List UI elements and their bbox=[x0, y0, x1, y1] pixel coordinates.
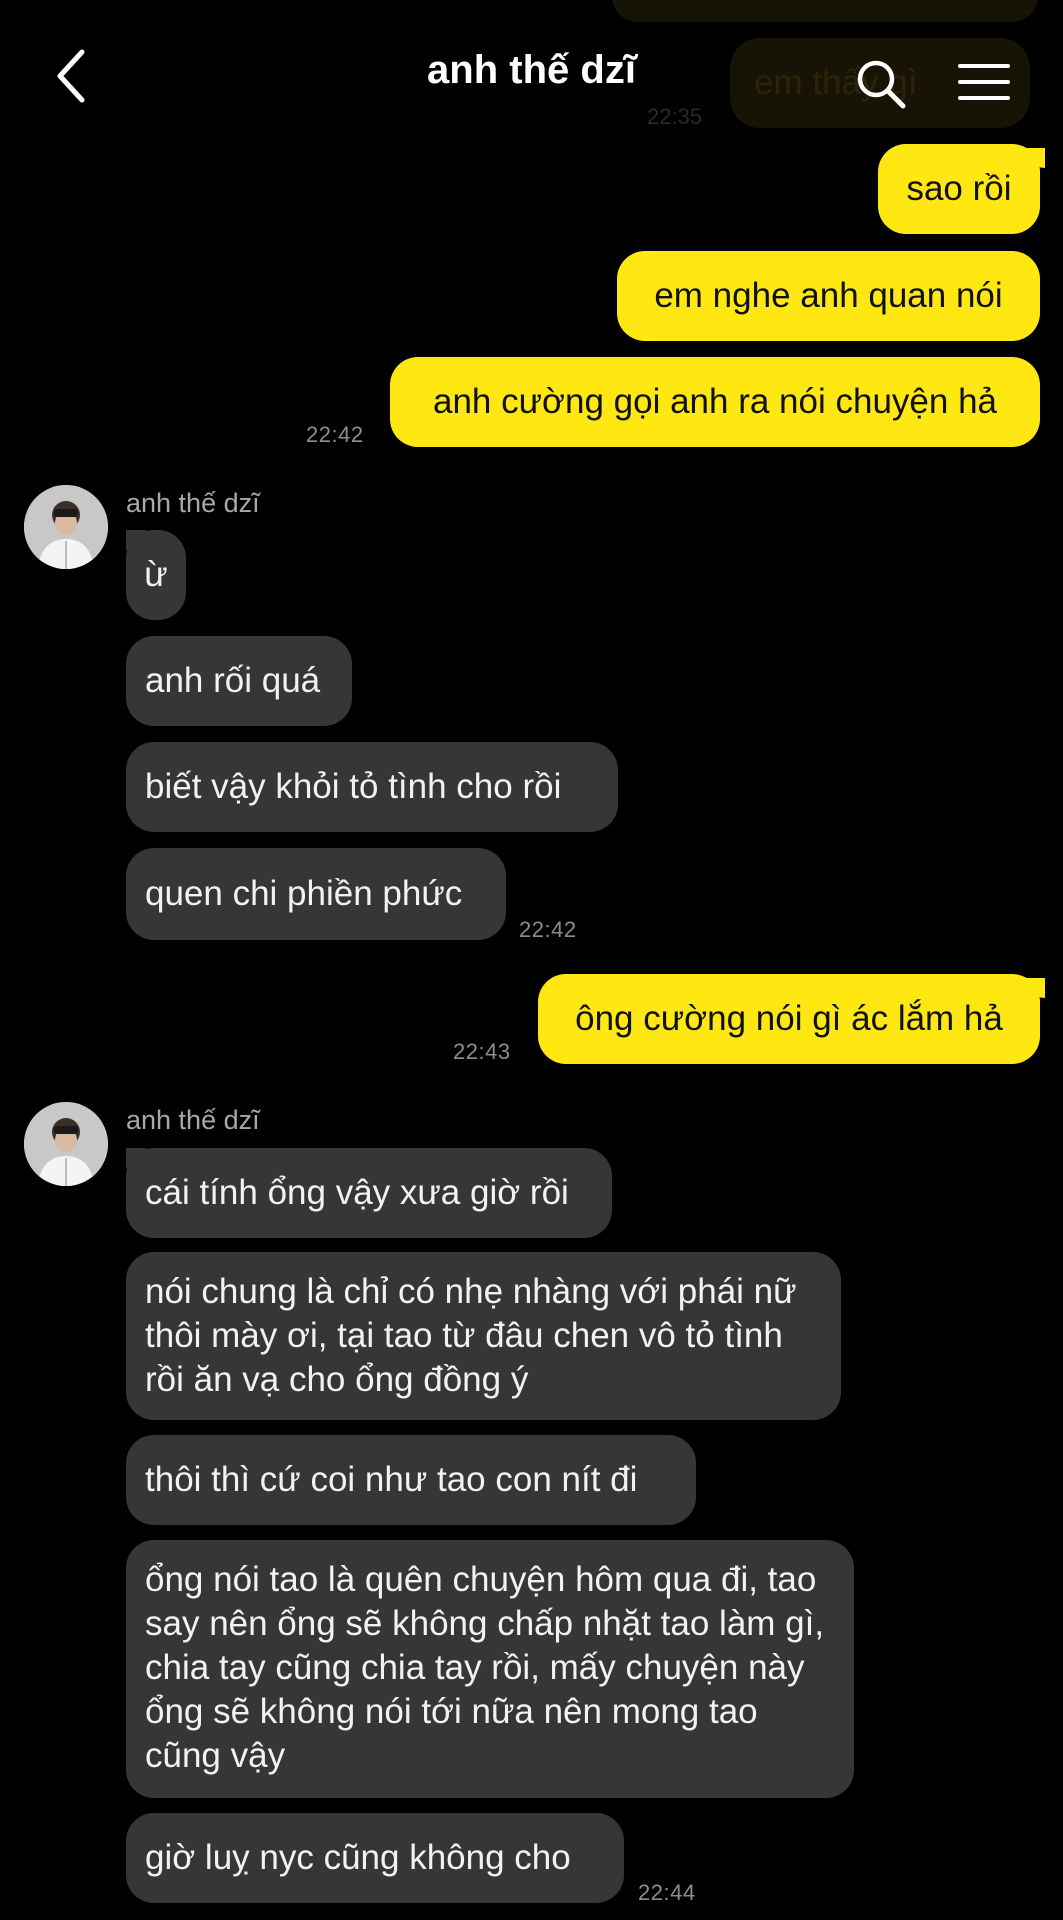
message-text: ừ bbox=[144, 555, 168, 594]
message-text: thôi thì cứ coi như tao con nít đi bbox=[145, 1460, 638, 1499]
message-text: nói chung là chỉ có nhẹ nhàng với phái n… bbox=[145, 1272, 797, 1399]
sender-name: anh thế dzĩ bbox=[126, 488, 260, 518]
message-text: anh rối quá bbox=[145, 661, 321, 700]
message-text: giờ luỵ nyc cũng không cho bbox=[145, 1838, 571, 1877]
message-text: biết vậy khỏi tỏ tình cho rồi bbox=[145, 767, 562, 806]
message-time: 22:44 bbox=[638, 1880, 696, 1905]
message-text: anh cường gọi anh ra nói chuyện hả bbox=[433, 382, 997, 421]
incoming-message[interactable]: ừ bbox=[126, 530, 186, 620]
outgoing-message[interactable]: sao rồi bbox=[878, 144, 1040, 234]
incoming-message[interactable]: anh rối quá bbox=[126, 636, 352, 726]
message-time: 22:42 bbox=[519, 917, 577, 942]
incoming-message[interactable]: giờ luỵ nyc cũng không cho bbox=[126, 1813, 624, 1903]
incoming-message[interactable]: thôi thì cứ coi như tao con nít đi bbox=[126, 1435, 696, 1525]
sender-name: anh thế dzĩ bbox=[126, 1105, 260, 1135]
menu-icon bbox=[958, 64, 1010, 100]
message-text: em nghe anh quan nói bbox=[654, 276, 1003, 315]
incoming-message[interactable]: ổng nói tao là quên chuyện hôm qua đi, t… bbox=[126, 1540, 854, 1798]
message-text: ông cường nói gì ác lắm hả bbox=[575, 999, 1003, 1038]
search-icon bbox=[857, 60, 906, 109]
message-text: quen chi phiền phức bbox=[145, 874, 463, 913]
outgoing-message[interactable]: anh cường gọi anh ra nói chuyện hả bbox=[390, 357, 1040, 447]
message-text: ổng nói tao là quên chuyện hôm qua đi, t… bbox=[145, 1560, 825, 1775]
person-photo-icon bbox=[24, 485, 108, 569]
previous-message-time: 22:35 bbox=[647, 104, 703, 129]
message-text: sao rồi bbox=[906, 169, 1012, 208]
incoming-message[interactable]: biết vậy khỏi tỏ tình cho rồi bbox=[126, 742, 618, 832]
person-photo-icon bbox=[24, 1102, 108, 1186]
outgoing-message[interactable]: em nghe anh quan nói bbox=[617, 251, 1040, 341]
incoming-message[interactable]: cái tính ổng vậy xưa giờ rồi bbox=[126, 1148, 612, 1238]
incoming-message[interactable]: nói chung là chỉ có nhẹ nhàng với phái n… bbox=[126, 1252, 841, 1420]
search-button[interactable] bbox=[855, 58, 907, 110]
contact-avatar[interactable] bbox=[24, 485, 108, 569]
outgoing-message[interactable]: ông cường nói gì ác lắm hả bbox=[538, 974, 1040, 1064]
incoming-message[interactable]: quen chi phiền phức bbox=[126, 848, 506, 940]
message-text: cái tính ổng vậy xưa giờ rồi bbox=[145, 1173, 569, 1212]
contact-avatar[interactable] bbox=[24, 1102, 108, 1186]
message-time: 22:42 bbox=[306, 422, 364, 447]
message-time: 22:43 bbox=[453, 1039, 511, 1064]
previous-message-faded bbox=[612, 0, 1038, 22]
menu-button[interactable] bbox=[958, 62, 1010, 102]
